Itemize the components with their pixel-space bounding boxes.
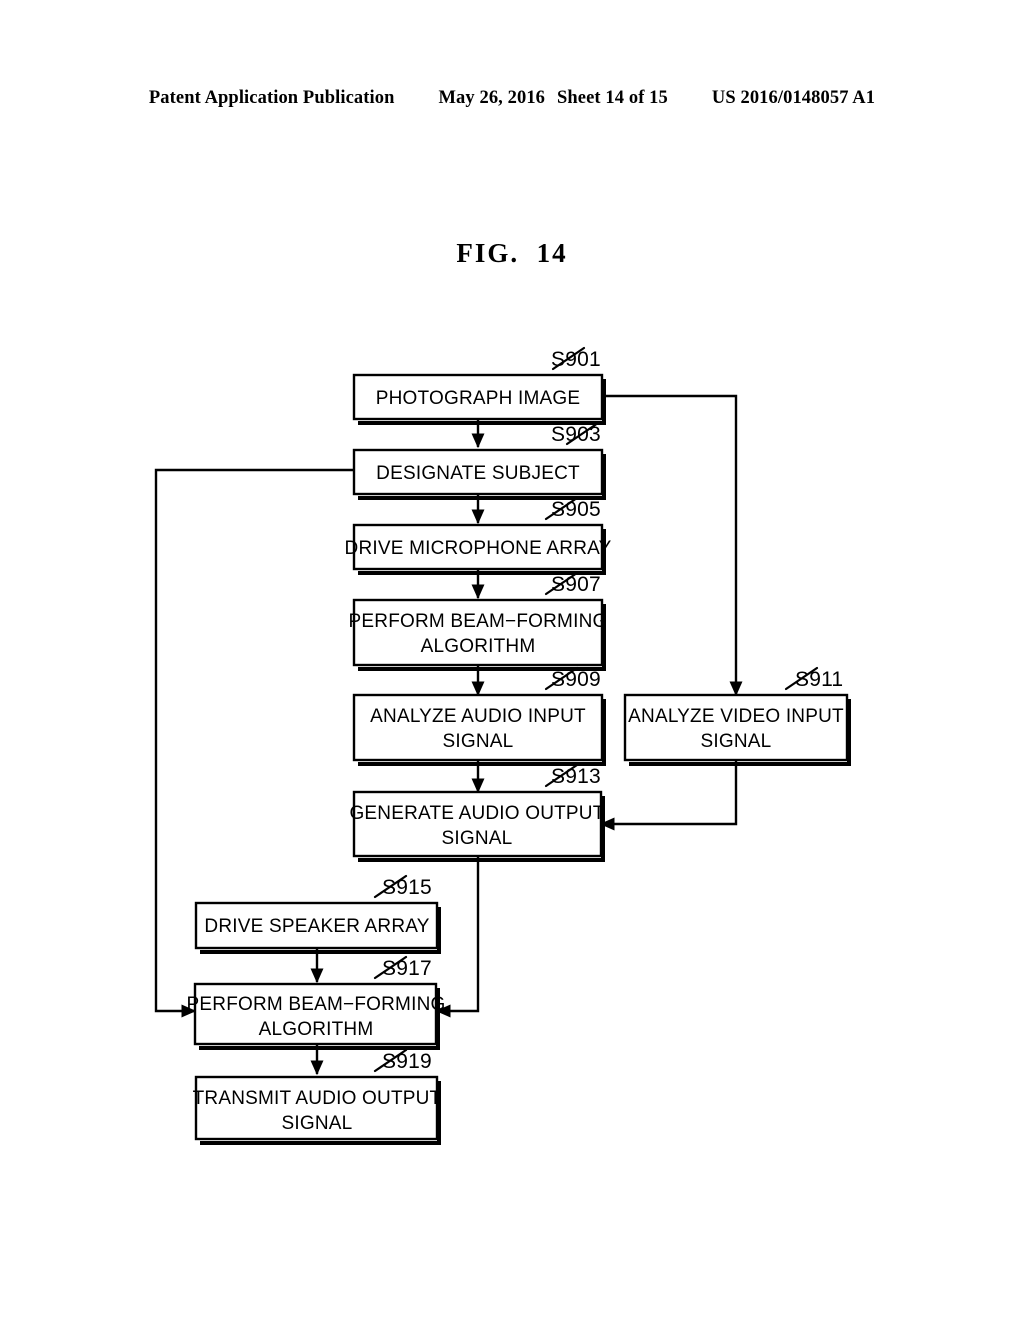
- step-number-s915: S915: [373, 874, 432, 899]
- patent-figure-page: Patent Application Publication May 26, 2…: [0, 0, 1024, 1320]
- step-number-label-s917: S917: [382, 957, 432, 980]
- step-number-s913: S913: [544, 763, 601, 788]
- step-label-s917-line1: PERFORM BEAM−FORMING: [187, 994, 446, 1015]
- step-number-s911: S911: [784, 666, 843, 691]
- connector-s911-s913: [599, 760, 738, 831]
- step-number-s917: S917: [373, 955, 432, 980]
- step-label-s913-line1: GENERATE AUDIO OUTPUT: [349, 803, 604, 824]
- step-box-s905: DRIVE MICROPHONE ARRAY: [345, 523, 612, 575]
- step-label-s919-line1: TRANSMIT AUDIO OUTPUT: [193, 1088, 442, 1109]
- step-number-s919: S919: [373, 1048, 432, 1073]
- connector-s913-s917: [435, 856, 480, 1018]
- step-number-label-s911: S911: [795, 668, 843, 691]
- step-box-s909: ANALYZE AUDIO INPUT SIGNAL: [352, 693, 606, 766]
- step-number-label-s919: S919: [382, 1050, 432, 1073]
- step-box-s913: GENERATE AUDIO OUTPUT SIGNAL: [349, 790, 605, 862]
- step-label-s909-line2: SIGNAL: [443, 731, 514, 752]
- step-box-s919: TRANSMIT AUDIO OUTPUT SIGNAL: [193, 1075, 442, 1145]
- step-number-label-s909: S909: [551, 668, 601, 691]
- step-label-s901: PHOTOGRAPH IMAGE: [376, 388, 581, 409]
- step-box-s917: PERFORM BEAM−FORMING ALGORITHM: [187, 982, 446, 1050]
- step-number-s903: S903: [551, 421, 601, 446]
- step-box-s903: DESIGNATE SUBJECT: [352, 448, 606, 500]
- step-number-s901: S901: [551, 346, 601, 371]
- step-number-label-s907: S907: [551, 573, 601, 596]
- step-number-label-s915: S915: [382, 876, 432, 899]
- step-label-s913-line2: SIGNAL: [442, 828, 513, 849]
- step-number-label-s901: S901: [551, 348, 601, 371]
- step-number-s907: S907: [544, 571, 601, 596]
- step-label-s917-line2: ALGORITHM: [259, 1019, 374, 1040]
- step-number-label-s905: S905: [551, 498, 601, 521]
- step-label-s919-line2: SIGNAL: [282, 1113, 353, 1134]
- step-number-s909: S909: [544, 666, 601, 691]
- step-label-s915: DRIVE SPEAKER ARRAY: [204, 916, 429, 937]
- step-label-s909-line1: ANALYZE AUDIO INPUT: [370, 706, 586, 727]
- flowchart-diagram: PHOTOGRAPH IMAGE DESIGNATE SUBJECT DRIVE…: [154, 346, 851, 1145]
- step-label-s905: DRIVE MICROPHONE ARRAY: [345, 538, 612, 559]
- step-box-s915: DRIVE SPEAKER ARRAY: [194, 901, 441, 954]
- step-label-s911-line1: ANALYZE VIDEO INPUT: [628, 706, 844, 727]
- step-box-s901: PHOTOGRAPH IMAGE: [352, 373, 606, 425]
- step-label-s907-line1: PERFORM BEAM−FORMING: [349, 611, 608, 632]
- step-label-s903: DESIGNATE SUBJECT: [376, 463, 580, 484]
- step-label-s911-line2: SIGNAL: [701, 731, 772, 752]
- step-number-label-s913: S913: [551, 765, 601, 788]
- step-box-s911: ANALYZE VIDEO INPUT SIGNAL: [623, 693, 851, 766]
- connector-s901-s911: [602, 394, 743, 697]
- step-label-s907-line2: ALGORITHM: [421, 636, 536, 657]
- step-box-s907: PERFORM BEAM−FORMING ALGORITHM: [349, 598, 608, 671]
- step-number-label-s903: S903: [551, 423, 601, 446]
- step-number-s905: S905: [544, 496, 601, 521]
